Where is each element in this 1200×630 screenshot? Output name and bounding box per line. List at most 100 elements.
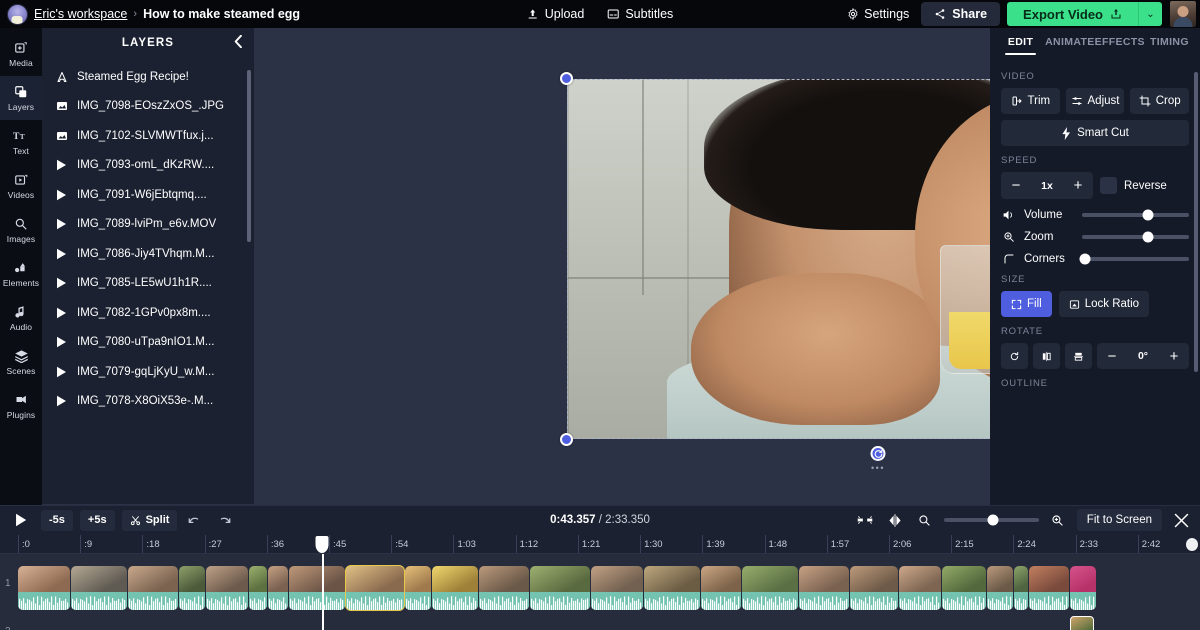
share-button[interactable]: Share: [921, 2, 1000, 26]
upload-button[interactable]: Upload: [527, 7, 585, 21]
smart-cut-button[interactable]: Smart Cut: [1001, 120, 1189, 146]
timeline-video-clip[interactable]: [742, 566, 798, 610]
undo-button[interactable]: [184, 515, 206, 526]
slider-track[interactable]: [1082, 213, 1189, 217]
tab-timing[interactable]: TIMING: [1145, 30, 1194, 55]
timeline-video-clip[interactable]: [1029, 566, 1069, 610]
close-icon[interactable]: [1170, 513, 1192, 528]
timeline-zoom-slider[interactable]: [944, 518, 1039, 522]
slider-track[interactable]: [1082, 235, 1189, 239]
timeline-video-clip[interactable]: [799, 566, 849, 610]
slider-corners[interactable]: Corners: [1001, 253, 1189, 265]
user-avatar[interactable]: [1170, 1, 1196, 27]
tab-animate[interactable]: ANIMATE: [1045, 30, 1095, 55]
forward-5s-button[interactable]: +5s: [80, 510, 115, 531]
layer-item[interactable]: IMG_7091-W6jEbtqmq....: [42, 180, 254, 210]
sidebar-item-audio[interactable]: Audio: [0, 296, 42, 340]
sidebar-item-plugins[interactable]: Plugins: [0, 384, 42, 428]
timeline-video-clip[interactable]: [289, 566, 345, 610]
timeline-video-clip[interactable]: [591, 566, 643, 610]
trim-button[interactable]: Trim: [1001, 88, 1060, 114]
timeline-video-clip[interactable]: [479, 566, 529, 610]
fit-to-screen-button[interactable]: Fit to Screen: [1077, 509, 1162, 531]
timeline-video-clip[interactable]: [346, 566, 404, 610]
slider-volume[interactable]: Volume: [1001, 209, 1189, 221]
timeline-video-clip[interactable]: [987, 566, 1013, 610]
rotate-increase-button[interactable]: +: [1159, 343, 1189, 369]
slider-zoom[interactable]: Zoom: [1001, 231, 1189, 243]
timeline-end-knob[interactable]: [1186, 538, 1198, 551]
layer-item[interactable]: IMG_7093-omL_dKzRW....: [42, 151, 254, 181]
layers-scrollbar[interactable]: [247, 70, 252, 242]
resize-handle-top-left[interactable]: [560, 72, 573, 85]
timeline-video-clip[interactable]: [1070, 566, 1096, 610]
split-button[interactable]: Split: [122, 510, 178, 531]
layer-item[interactable]: IMG_7098-EOszZxOS_.JPG: [42, 92, 254, 122]
sidebar-item-elements[interactable]: Elements: [0, 252, 42, 296]
timeline-video-clip[interactable]: [530, 566, 590, 610]
timeline-video-clip[interactable]: [701, 566, 741, 610]
timeline-video-clip[interactable]: [268, 566, 288, 610]
reverse-checkbox[interactable]: [1100, 177, 1117, 194]
redo-button[interactable]: [213, 515, 235, 526]
properties-scrollbar[interactable]: [1194, 72, 1199, 372]
timeline-video-clip[interactable]: [405, 566, 431, 610]
timeline-tracks[interactable]: 123TTStea: [0, 554, 1200, 630]
tab-effects[interactable]: EFFECTS: [1095, 30, 1145, 55]
layer-item[interactable]: IMG_7085-LE5wU1h1R....: [42, 269, 254, 299]
crop-button[interactable]: Crop: [1130, 88, 1189, 114]
layer-item[interactable]: IMG_7080-uTpa9nIO1.M...: [42, 328, 254, 358]
rotate-button[interactable]: [1001, 343, 1028, 369]
rotate-decrease-button[interactable]: −: [1097, 343, 1127, 369]
resize-handle-bottom-left[interactable]: [560, 433, 573, 446]
breadcrumb-workspace[interactable]: Eric's workspace: [34, 7, 127, 21]
zoom-out-button[interactable]: [914, 514, 936, 527]
timeline-video-clip[interactable]: [18, 566, 70, 610]
timeline-video-clip[interactable]: [249, 566, 267, 610]
sidebar-item-layers[interactable]: Layers: [0, 76, 42, 120]
sidebar-item-media[interactable]: Media: [0, 32, 42, 76]
layer-item[interactable]: IMG_7082-1GPv0px8m....: [42, 298, 254, 328]
timeline-video-clip[interactable]: [206, 566, 248, 610]
sidebar-item-text[interactable]: TT Text: [0, 120, 42, 164]
timeline-video-clip[interactable]: [432, 566, 478, 610]
playhead-handle[interactable]: [316, 536, 329, 553]
slider-knob[interactable]: [1143, 210, 1154, 221]
timeline-video-clip[interactable]: [644, 566, 700, 610]
settings-button[interactable]: Settings: [847, 7, 909, 21]
timeline-video-clip[interactable]: [899, 566, 941, 610]
timeline-ruler[interactable]: :0:9:18:27:36:45:541:031:121:211:301:391…: [0, 535, 1200, 554]
marker-button[interactable]: [884, 514, 906, 527]
timeline-image-clip[interactable]: [1070, 616, 1094, 630]
timeline-zoom-knob[interactable]: [988, 515, 999, 526]
snap-button[interactable]: [854, 514, 876, 526]
flip-vertical-button[interactable]: [1065, 343, 1092, 369]
subtitles-button[interactable]: Subtitles: [606, 7, 673, 21]
sidebar-item-images[interactable]: Images: [0, 208, 42, 252]
sidebar-item-videos[interactable]: Videos: [0, 164, 42, 208]
slider-knob[interactable]: [1143, 232, 1154, 243]
layer-item[interactable]: IMG_7086-Jiy4TVhqm.M...: [42, 239, 254, 269]
timeline-video-clip[interactable]: [942, 566, 986, 610]
slider-knob[interactable]: [1080, 254, 1091, 265]
export-video-button[interactable]: Export Video: [1007, 2, 1138, 26]
timeline-video-clip[interactable]: [179, 566, 205, 610]
rotate-handle-icon[interactable]: [871, 446, 886, 461]
zoom-in-button[interactable]: [1047, 514, 1069, 527]
workspace-avatar[interactable]: [7, 4, 28, 25]
export-options-caret[interactable]: ⌄: [1138, 2, 1162, 26]
layer-item[interactable]: IMG_7079-gqLjKyU_w.M...: [42, 357, 254, 387]
flip-horizontal-button[interactable]: [1033, 343, 1060, 369]
speed-decrease-button[interactable]: −: [1001, 172, 1031, 199]
play-button[interactable]: [8, 513, 34, 527]
layers-list[interactable]: Steamed Egg Recipe!IMG_7098-EOszZxOS_.JP…: [42, 58, 254, 505]
layer-item[interactable]: IMG_7078-X8OiX53e-.M...: [42, 387, 254, 417]
timeline-video-clip[interactable]: [71, 566, 127, 610]
canvas-drag-handle[interactable]: •••: [871, 463, 885, 473]
layer-item[interactable]: Steamed Egg Recipe!: [42, 62, 254, 92]
speed-increase-button[interactable]: +: [1063, 172, 1093, 199]
sidebar-item-scenes[interactable]: Scenes: [0, 340, 42, 384]
timeline-video-clip[interactable]: [850, 566, 898, 610]
back-5s-button[interactable]: -5s: [41, 510, 73, 531]
timeline-video-clip[interactable]: [1014, 566, 1028, 610]
